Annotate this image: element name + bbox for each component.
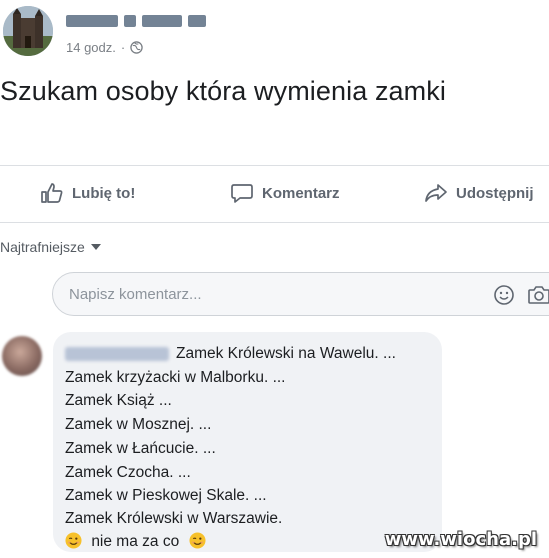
comment-line: Zamek Książ ... xyxy=(65,392,172,409)
comment-line: Zamek Królewski w Warszawie. xyxy=(65,510,283,527)
comment-line: nie ma za co xyxy=(91,533,180,550)
globe-icon[interactable] xyxy=(130,41,143,54)
watermark: www.wiocha.pl xyxy=(384,529,537,550)
smiley-icon[interactable] xyxy=(493,284,515,306)
like-button[interactable]: Lubię to! xyxy=(40,182,135,204)
divider xyxy=(0,165,549,166)
comment-button[interactable]: Komentarz xyxy=(230,182,340,204)
comment-last-line: nie ma za co xyxy=(65,532,206,551)
post-header: 14 godz. · xyxy=(0,0,549,64)
castle-photo xyxy=(3,6,53,56)
comment-input-box xyxy=(52,272,549,316)
winking-emoji-icon xyxy=(65,532,82,549)
comment-icon xyxy=(231,184,253,203)
post-time[interactable]: 14 godz. xyxy=(66,40,116,55)
camera-icon[interactable] xyxy=(527,284,549,306)
comment-line: Zamek Królewski na Wawelu. ... xyxy=(176,345,396,362)
comment-line: Zamek w Mosznej. ... xyxy=(65,416,212,433)
comment-line: Zamek w Łańcucie. ... xyxy=(65,440,216,457)
share-label: Udostępnij xyxy=(456,184,534,202)
meta-separator: · xyxy=(120,40,126,55)
post-text: Szukam osoby która wymienia zamki xyxy=(0,76,446,106)
post-meta: 14 godz. · xyxy=(66,40,143,55)
winking-emoji-icon xyxy=(188,532,206,549)
comment-line: Zamek w Pieskowej Skale. ... xyxy=(65,487,267,504)
caret-down-icon xyxy=(90,244,101,250)
comment-label: Komentarz xyxy=(262,184,340,202)
commenter-name-redacted[interactable] xyxy=(65,347,169,361)
sort-label: Najtrafniejsze xyxy=(0,239,85,255)
comment-sort-dropdown[interactable]: Najtrafniejsze xyxy=(0,239,101,255)
like-label: Lubię to! xyxy=(72,184,136,202)
comment-bubble: Zamek Królewski na Wawelu. ... Zamek krz… xyxy=(53,332,442,552)
divider xyxy=(0,222,549,223)
author-name-redacted[interactable] xyxy=(66,12,266,30)
comment-input[interactable] xyxy=(69,283,449,305)
post-actions: Lubię to! Komentarz Udostępnij xyxy=(0,170,549,222)
commenter-avatar[interactable] xyxy=(2,336,42,376)
share-icon xyxy=(425,184,447,202)
comment-line: Zamek Czocha. ... xyxy=(65,464,191,481)
share-button[interactable]: Udostępnij xyxy=(424,182,534,204)
comment-line: Zamek krzyżacki w Malborku. ... xyxy=(65,369,286,386)
thumbs-up-icon xyxy=(41,183,63,203)
author-avatar[interactable] xyxy=(3,6,53,56)
